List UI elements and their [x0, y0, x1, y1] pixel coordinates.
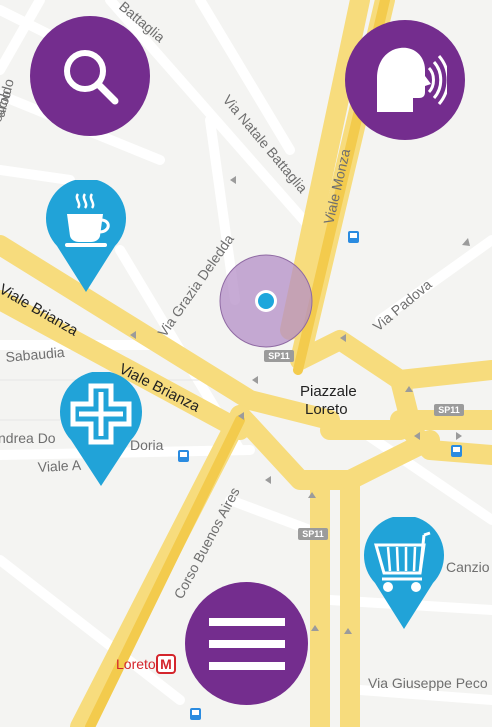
route-shield: SP11 [298, 528, 328, 540]
place-label: Piazzale [300, 383, 357, 400]
shopping-map-pin[interactable] [364, 515, 445, 632]
cafe-map-pin[interactable] [45, 178, 127, 295]
street-label: ndrea Do [0, 430, 56, 446]
svg-text:SP11: SP11 [438, 405, 460, 415]
menu-button[interactable] [185, 582, 308, 705]
bus-stop-icon [190, 708, 201, 720]
bus-stop-icon [451, 445, 462, 457]
svg-text:SP11: SP11 [268, 351, 290, 361]
place-label: Loreto [305, 401, 348, 418]
street-label: Canzio [446, 559, 490, 575]
user-location [219, 254, 313, 348]
search-button[interactable] [30, 16, 150, 136]
street-label: Via Giuseppe Peco [368, 675, 488, 691]
bus-stop-icon [348, 231, 359, 243]
voice-speaking-icon [377, 47, 447, 112]
route-shield: SP11 [434, 404, 464, 416]
search-icon [64, 50, 119, 105]
svg-text:SP11: SP11 [302, 529, 324, 539]
metro-logo-icon: M [160, 656, 172, 672]
voice-button[interactable] [345, 20, 465, 140]
bus-stop-icon [178, 450, 189, 462]
metro-station[interactable]: Loreto M [116, 654, 176, 674]
route-shield: SP11 [264, 350, 294, 362]
pharmacy-map-pin[interactable] [59, 371, 143, 489]
metro-station-label: Loreto [116, 656, 156, 672]
hamburger-menu-icon [208, 617, 285, 670]
